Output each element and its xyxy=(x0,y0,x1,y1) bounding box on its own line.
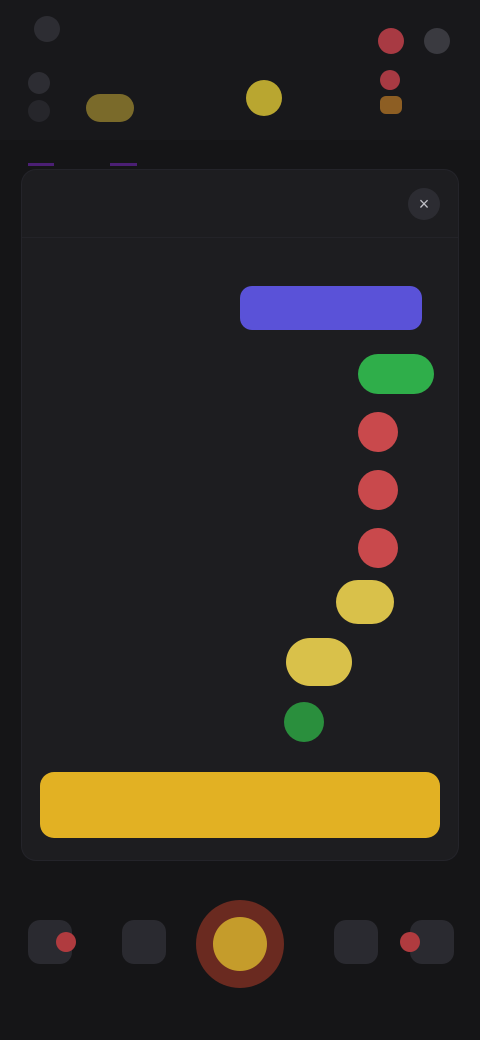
close-icon: × xyxy=(418,193,430,214)
primary-action-button[interactable] xyxy=(40,772,440,838)
status-pill-7[interactable] xyxy=(286,638,352,686)
coin-icon xyxy=(246,80,282,116)
coin-chip[interactable] xyxy=(86,94,134,122)
modal-header: × xyxy=(22,170,458,238)
notification-icon[interactable] xyxy=(378,28,404,54)
alert-icon xyxy=(380,70,400,90)
tab-1[interactable] xyxy=(28,144,55,166)
status-pill-5[interactable] xyxy=(358,528,398,568)
shop-icon xyxy=(122,920,166,964)
nav-play-button[interactable] xyxy=(196,900,284,988)
status-pill-3[interactable] xyxy=(358,412,398,452)
status-pill-4[interactable] xyxy=(358,470,398,510)
nav-badge-5 xyxy=(400,932,420,952)
nav-item-2[interactable] xyxy=(104,920,184,1020)
app-screen: × xyxy=(0,0,480,1040)
tab-2[interactable] xyxy=(110,144,137,166)
status-pill-2[interactable] xyxy=(358,354,434,394)
header-tabs xyxy=(28,144,137,166)
gift-icon[interactable] xyxy=(380,96,402,114)
nav-badge-1 xyxy=(56,932,76,952)
play-icon xyxy=(213,917,267,971)
avatar-icon[interactable] xyxy=(28,72,50,94)
bottom-nav xyxy=(0,880,480,1040)
nav-item-4[interactable] xyxy=(316,920,396,1020)
status-pill-8[interactable] xyxy=(284,702,324,742)
close-button[interactable]: × xyxy=(408,188,440,220)
select-button[interactable] xyxy=(240,286,422,330)
menu-icon[interactable] xyxy=(34,16,60,42)
top-header xyxy=(0,0,480,140)
settings-modal: × xyxy=(22,170,458,860)
nav-item-1[interactable] xyxy=(10,920,90,1020)
friends-icon xyxy=(334,920,378,964)
level-icon xyxy=(28,100,50,122)
settings-icon[interactable] xyxy=(424,28,450,54)
status-pill-6[interactable] xyxy=(336,580,394,624)
